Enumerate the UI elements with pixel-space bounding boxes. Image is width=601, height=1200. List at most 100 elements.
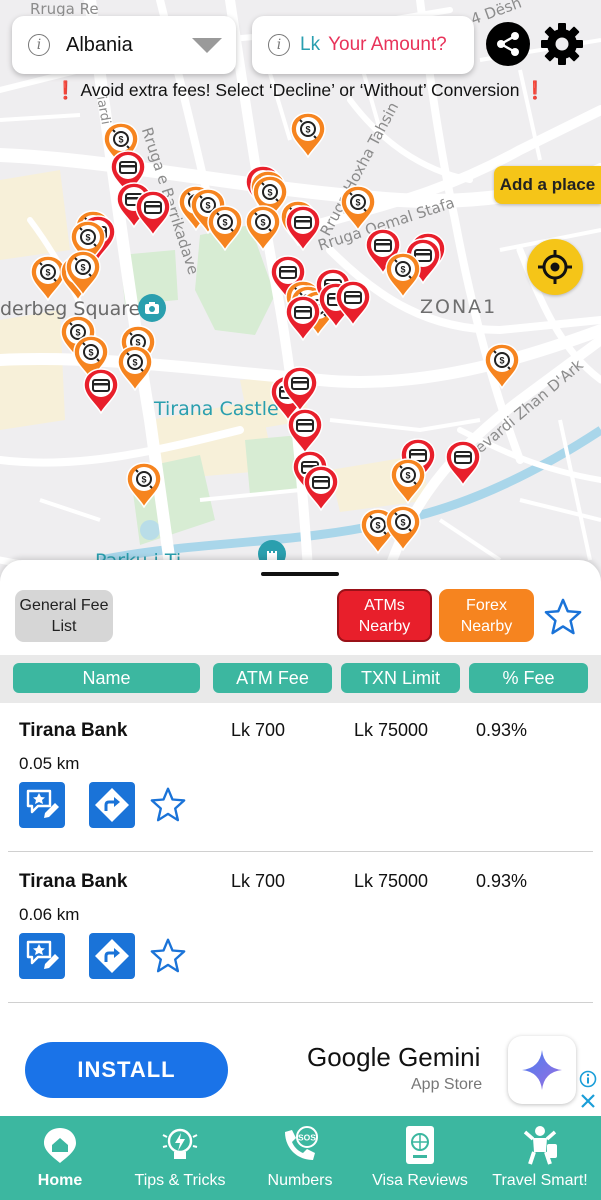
forex-pin-icon[interactable]: $	[117, 345, 153, 391]
directions-button[interactable]	[89, 933, 135, 979]
sheet-grabber[interactable]	[261, 572, 339, 576]
warning-icon: ❗	[524, 80, 547, 100]
atm-pin-icon[interactable]	[445, 440, 481, 486]
atm-pin-icon[interactable]	[287, 408, 323, 454]
forex-pin-icon[interactable]: $	[385, 252, 421, 298]
bottom-tab-bar: Home Tips & Tricks SOS Numbers Visa Revi…	[0, 1116, 601, 1200]
table-header: Name ATM Fee TXN Limit % Fee	[0, 655, 601, 703]
forex-nearby-button[interactable]: Forex Nearby	[439, 589, 534, 642]
table-row[interactable]: Tirana Bank 0.06 km Lk 700 Lk 75000 0.93…	[0, 853, 601, 1003]
table-row[interactable]: Tirana Bank 0.05 km Lk 700 Lk 75000 0.93…	[0, 702, 601, 852]
tab-home[interactable]: Home	[0, 1116, 120, 1200]
tab-label: Visa Reviews	[372, 1172, 468, 1189]
column-txn-limit[interactable]: TXN Limit	[341, 663, 460, 693]
svg-text:$: $	[355, 198, 360, 208]
column-name[interactable]: Name	[13, 663, 200, 693]
svg-text:$: $	[88, 348, 93, 358]
atm-pin-icon[interactable]	[285, 295, 321, 341]
directions-icon	[95, 939, 129, 973]
svg-text:$: $	[305, 125, 310, 135]
svg-text:$: $	[260, 218, 265, 228]
forex-pin-icon[interactable]: $	[65, 250, 101, 296]
forex-pin-icon[interactable]: $	[207, 205, 243, 251]
svg-text:$: $	[132, 358, 137, 368]
install-button[interactable]: INSTALL	[25, 1042, 228, 1098]
tab-label: Travel Smart!	[492, 1172, 588, 1189]
favorite-star-icon[interactable]	[150, 786, 186, 822]
svg-text:$: $	[400, 518, 405, 528]
tab-tips[interactable]: Tips & Tricks	[120, 1116, 240, 1200]
amount-placeholder: Your Amount?	[328, 34, 447, 55]
forex-pin-icon[interactable]: $	[245, 205, 281, 251]
forex-pin-icon[interactable]: $	[290, 112, 326, 158]
favorites-star-icon[interactable]	[544, 597, 582, 635]
camera-icon	[138, 294, 166, 322]
forex-pin-icon[interactable]: $	[385, 505, 421, 551]
forex-pin-icon[interactable]: $	[484, 343, 520, 389]
write-review-button[interactable]	[19, 933, 65, 979]
info-icon[interactable]: i	[28, 34, 50, 56]
passport-icon	[399, 1124, 441, 1166]
close-icon[interactable]	[579, 1092, 597, 1110]
atm-pin-icon[interactable]	[135, 190, 171, 236]
poi-label-castle: Tirana Castle	[154, 398, 279, 420]
amount-input[interactable]: i Lk Your Amount?	[252, 16, 474, 74]
atm-pin-icon[interactable]	[83, 368, 119, 414]
results-sheet[interactable]: General Fee List ATMs Nearby Forex Nearb…	[0, 560, 601, 1030]
add-place-button[interactable]: Add a place	[494, 166, 601, 204]
svg-text:$: $	[267, 188, 272, 198]
currency-symbol: Lk	[300, 34, 321, 55]
atm-fee: Lk 700	[231, 720, 286, 740]
warning-icon: ❗	[54, 80, 77, 100]
share-button[interactable]	[486, 22, 530, 66]
forex-pin-icon[interactable]: $	[390, 458, 426, 504]
gemini-logo-icon[interactable]	[508, 1036, 576, 1104]
traveler-icon	[519, 1124, 561, 1166]
ad-info-icon[interactable]	[579, 1070, 597, 1088]
tab-label: Tips & Tricks	[134, 1172, 226, 1189]
tab-label: Home	[37, 1172, 83, 1189]
svg-text:$: $	[80, 263, 85, 273]
pct-fee: 0.93%	[476, 720, 528, 740]
country-selector[interactable]: i Albania	[12, 16, 236, 74]
chevron-down-icon	[192, 37, 222, 53]
bank-name: Tirana Bank	[19, 720, 128, 741]
svg-text:$: $	[400, 265, 405, 275]
txn-limit: Lk 75000	[354, 720, 429, 740]
atm-fee: Lk 700	[231, 871, 286, 891]
forex-pin-icon[interactable]: $	[126, 462, 162, 508]
directions-icon	[95, 788, 129, 822]
sos-label: SOS	[298, 1133, 316, 1143]
tab-travel-smart[interactable]: Travel Smart!	[480, 1116, 600, 1200]
review-edit-icon	[26, 940, 59, 969]
txn-limit: Lk 75000	[354, 871, 429, 891]
warning-text: Avoid extra fees! Select ‘Decline’ or ‘W…	[80, 80, 520, 100]
sos-phone-icon: SOS	[279, 1124, 321, 1166]
info-icon[interactable]: i	[268, 34, 290, 56]
directions-button[interactable]	[89, 782, 135, 828]
forex-pin-icon[interactable]: $	[340, 185, 376, 231]
gear-icon	[541, 23, 583, 65]
write-review-button[interactable]	[19, 782, 65, 828]
atm-pin-icon[interactable]	[335, 280, 371, 326]
atms-nearby-button[interactable]: ATMs Nearby	[337, 589, 432, 642]
row-divider	[8, 851, 593, 852]
tab-label: Numbers	[267, 1172, 333, 1189]
atm-pin-icon[interactable]	[303, 465, 339, 511]
settings-button[interactable]	[540, 22, 584, 66]
atm-pin-icon[interactable]	[285, 205, 321, 251]
review-edit-icon	[26, 789, 59, 818]
ad-banner[interactable]: INSTALL Google Gemini App Store	[0, 1030, 601, 1116]
general-fee-list-button[interactable]: General Fee List	[15, 590, 113, 642]
tab-visa-reviews[interactable]: Visa Reviews	[360, 1116, 480, 1200]
column-atm-fee[interactable]: ATM Fee	[213, 663, 332, 693]
svg-text:$: $	[85, 233, 90, 243]
bank-name: Tirana Bank	[19, 871, 128, 892]
column-pct-fee[interactable]: % Fee	[469, 663, 588, 693]
locate-me-button[interactable]	[527, 239, 583, 295]
favorite-star-icon[interactable]	[150, 937, 186, 973]
tab-numbers[interactable]: SOS Numbers	[240, 1116, 360, 1200]
ad-title: Google Gemini	[307, 1042, 481, 1072]
svg-text:$: $	[118, 135, 123, 145]
atm-pin-icon[interactable]	[282, 366, 318, 412]
